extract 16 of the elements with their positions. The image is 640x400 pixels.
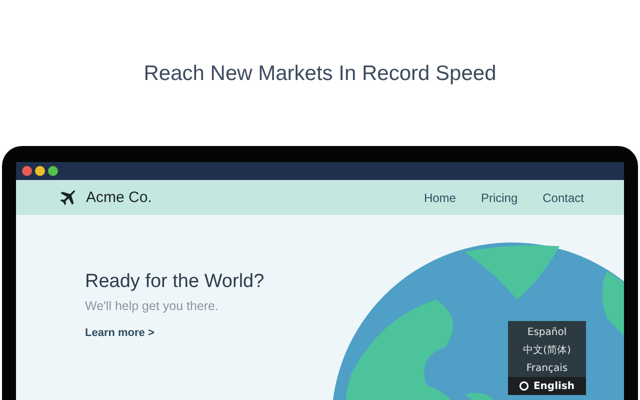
site-logo[interactable]: Acme Co.: [86, 189, 152, 206]
learn-more-link[interactable]: Learn more >: [85, 327, 154, 339]
minimize-icon[interactable]: [35, 166, 45, 176]
hero-title: Ready for the World?: [85, 271, 266, 293]
close-icon[interactable]: [22, 166, 32, 176]
language-option[interactable]: English: [508, 377, 586, 395]
nav-link[interactable]: Contact: [542, 190, 584, 204]
nav-link[interactable]: Home: [424, 190, 456, 204]
language-option[interactable]: 中文(简体): [508, 341, 586, 359]
language-option[interactable]: Français: [508, 359, 586, 377]
maximize-icon[interactable]: [48, 166, 58, 176]
language-option[interactable]: Español: [508, 323, 586, 341]
hero-subtitle: We'll help get you there.: [85, 299, 220, 313]
nav-link[interactable]: Pricing: [480, 190, 518, 204]
airplane-icon: [58, 188, 78, 208]
headline: Reach New Markets In Record Speed: [144, 62, 496, 87]
